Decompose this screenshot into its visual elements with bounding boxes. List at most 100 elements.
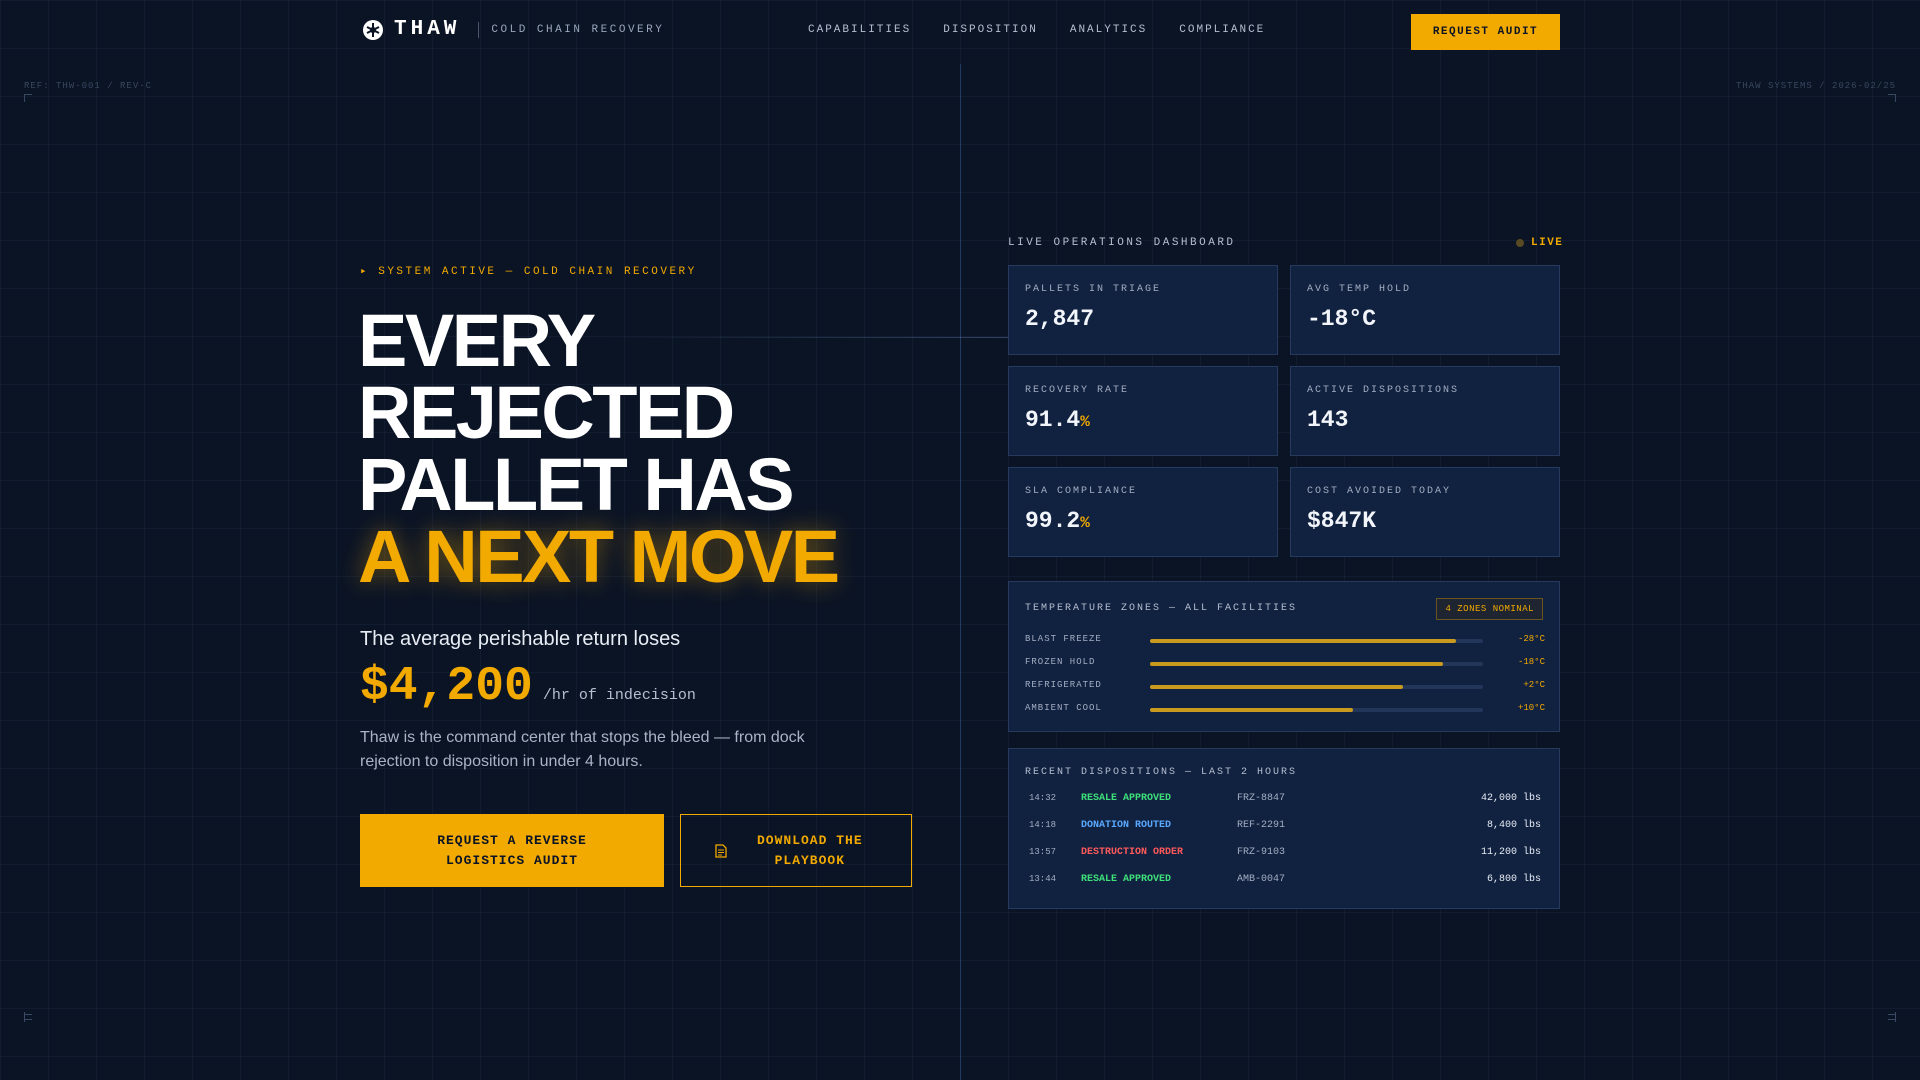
disposition-row[interactable]: 13:44 RESALE APPROVED AMB-0047 6,800 lbs — [1029, 872, 1541, 888]
zone-level-fill — [1150, 662, 1444, 666]
zone-level-track — [1150, 708, 1483, 712]
zone-temp: -28°C — [1517, 634, 1545, 644]
zone-name: BLAST FREEZE — [1025, 634, 1102, 644]
zone-row: FROZEN HOLD -18°C — [1025, 655, 1545, 671]
metric-number: $847K — [1307, 508, 1377, 534]
button-label-line: REQUEST A REVERSE — [437, 832, 587, 848]
headline-line: PALLET HAS — [358, 443, 795, 526]
live-indicator: LIVE — [1516, 237, 1563, 249]
metric-number: -18°C — [1307, 306, 1377, 332]
live-label: LIVE — [1531, 237, 1564, 249]
button-label-line: PLAYBOOK — [774, 852, 846, 868]
metric-card-cost-avoided: COST AVOIDED TODAY $847K — [1290, 467, 1560, 557]
zones-status-badge: 4 ZONES NOMINAL — [1436, 598, 1543, 620]
brand-separator — [478, 21, 480, 38]
zone-level-fill — [1150, 685, 1404, 689]
zone-name: AMBIENT COOL — [1025, 703, 1102, 713]
loss-figure: $4,200 /hr of indecision — [360, 660, 696, 714]
center-divider — [960, 64, 961, 1080]
metric-label: RECOVERY RATE — [1025, 385, 1130, 396]
loss-unit: /hr of indecision — [542, 687, 696, 704]
dashboard-title: LIVE OPERATIONS DASHBOARD — [1008, 237, 1236, 249]
metric-value: -18°C — [1307, 306, 1376, 332]
metric-number: 143 — [1307, 407, 1349, 433]
request-audit-button[interactable]: REQUEST AUDIT — [1411, 14, 1560, 50]
zone-name: FROZEN HOLD — [1025, 657, 1096, 667]
panel-title: TEMPERATURE ZONES — ALL FACILITIES — [1025, 603, 1298, 614]
hero-headline: EVERY REJECTED PALLET HAS A NEXT MOVE — [358, 299, 840, 594]
top-nav: THAW COLD CHAIN RECOVERY CAPABILITIES DI… — [0, 0, 1920, 64]
system-date-code: THAW SYSTEMS / 2026-02/25 — [1735, 81, 1896, 91]
zone-level-track — [1150, 662, 1483, 666]
disposition-time: 14:18 — [1029, 820, 1057, 830]
corner-mark — [24, 94, 32, 102]
button-label-line: DOWNLOAD THE — [757, 832, 863, 848]
system-status: ▸ SYSTEM ACTIVE — COLD CHAIN RECOVERY — [360, 266, 697, 278]
disposition-weight: 8,400 lbs — [1486, 820, 1541, 831]
disposition-weight: 6,800 lbs — [1486, 874, 1541, 885]
live-dot-icon — [1516, 239, 1524, 247]
disposition-weight: 42,000 lbs — [1480, 793, 1541, 804]
nav-link-disposition[interactable]: DISPOSITION — [943, 24, 1038, 36]
disposition-time: 13:57 — [1029, 847, 1057, 857]
disposition-id: AMB-0047 — [1237, 874, 1286, 885]
corner-mark — [24, 1014, 32, 1022]
metric-label: SLA COMPLIANCE — [1025, 486, 1138, 497]
zone-temp: +2°C — [1523, 680, 1545, 690]
metric-value: $847K — [1307, 508, 1376, 534]
temperature-zones-panel: TEMPERATURE ZONES — ALL FACILITIES 4 ZON… — [1008, 581, 1560, 732]
hero-description: Thaw is the command center that stops th… — [360, 729, 805, 770]
download-playbook-button[interactable]: DOWNLOAD THE PLAYBOOK — [680, 814, 912, 887]
metric-card-sla-compliance: SLA COMPLIANCE 99.2% — [1008, 467, 1278, 557]
disposition-id: FRZ-8847 — [1237, 793, 1286, 804]
nav-links: CAPABILITIES DISPOSITION ANALYTICS COMPL… — [808, 24, 1265, 36]
nav-link-compliance[interactable]: COMPLIANCE — [1179, 24, 1265, 36]
brand-name: THAW — [394, 18, 461, 41]
disposition-status: RESALE APPROVED — [1081, 874, 1172, 885]
loss-amount: $4,200 — [360, 660, 533, 714]
disposition-id: REF-2291 — [1237, 820, 1286, 831]
metric-value: 91.4% — [1025, 407, 1090, 433]
disposition-status: RESALE APPROVED — [1081, 793, 1172, 804]
zone-level-track — [1150, 639, 1483, 643]
metric-card-active-dispositions: ACTIVE DISPOSITIONS 143 — [1290, 366, 1560, 456]
metric-label: AVG TEMP HOLD — [1307, 284, 1412, 295]
disposition-weight: 11,200 lbs — [1480, 847, 1541, 858]
disposition-id: FRZ-9103 — [1237, 847, 1286, 858]
metric-number: 2,847 — [1025, 306, 1095, 332]
brand-logo[interactable]: THAW COLD CHAIN RECOVERY — [362, 18, 664, 41]
disposition-row[interactable]: 13:57 DESTRUCTION ORDER FRZ-9103 11,200 … — [1029, 845, 1541, 861]
metric-number: 99.2 — [1025, 508, 1081, 534]
metric-unit: % — [1080, 514, 1090, 532]
reference-code: REF: THW-001 / REV-C — [24, 81, 153, 91]
nav-link-analytics[interactable]: ANALYTICS — [1070, 24, 1147, 36]
zone-row: BLAST FREEZE -28°C — [1025, 632, 1545, 648]
loss-lead-text: The average perishable return loses — [360, 628, 681, 650]
metric-label: ACTIVE DISPOSITIONS — [1307, 385, 1460, 396]
metric-value: 143 — [1307, 407, 1348, 433]
zone-row: REFRIGERATED +2°C — [1025, 678, 1545, 694]
disposition-row[interactable]: 14:18 DONATION ROUTED REF-2291 8,400 lbs — [1029, 818, 1541, 834]
corner-mark — [1888, 94, 1896, 102]
zone-name: REFRIGERATED — [1025, 680, 1102, 690]
zone-level-fill — [1150, 639, 1457, 643]
metric-value: 99.2% — [1025, 508, 1090, 534]
button-label: DOWNLOAD THE PLAYBOOK — [757, 831, 863, 871]
request-reverse-logistics-audit-button[interactable]: REQUEST A REVERSE LOGISTICS AUDIT — [360, 814, 664, 887]
nav-link-capabilities[interactable]: CAPABILITIES — [808, 24, 911, 36]
brand-tagline: COLD CHAIN RECOVERY — [491, 23, 665, 36]
zone-level-fill — [1150, 708, 1354, 712]
disposition-time: 13:44 — [1029, 874, 1057, 884]
zone-level-track — [1150, 685, 1483, 689]
metric-card-recovery-rate: RECOVERY RATE 91.4% — [1008, 366, 1278, 456]
metric-value: 2,847 — [1025, 306, 1094, 332]
metric-card-avg-temp-hold: AVG TEMP HOLD -18°C — [1290, 265, 1560, 355]
snowflake-badge-icon — [363, 19, 383, 40]
disposition-row[interactable]: 14:32 RESALE APPROVED FRZ-8847 42,000 lb… — [1029, 791, 1541, 807]
headline-line: EVERY — [358, 299, 596, 382]
metric-label: PALLETS IN TRIAGE — [1025, 284, 1162, 295]
zone-row: AMBIENT COOL +10°C — [1025, 701, 1545, 717]
zone-temp: -18°C — [1517, 657, 1545, 667]
metric-unit: % — [1080, 413, 1090, 431]
panel-title: RECENT DISPOSITIONS — LAST 2 HOURS — [1025, 767, 1298, 778]
